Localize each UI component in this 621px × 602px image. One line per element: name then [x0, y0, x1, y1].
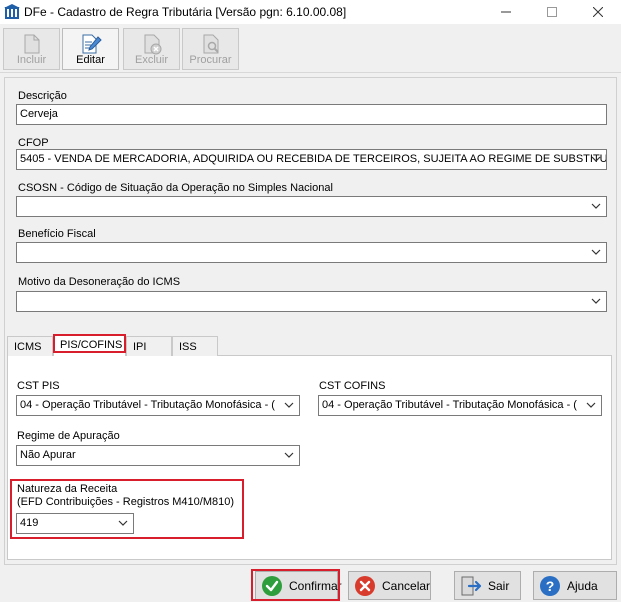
confirmar-button[interactable]: Confirmar [255, 571, 342, 600]
natureza-value: 419 [20, 517, 39, 529]
sair-button[interactable]: Sair [454, 571, 521, 600]
app-logo-icon [4, 4, 20, 19]
cst-pis-select[interactable]: 04 - Operação Tributável - Tributação Mo… [16, 395, 300, 416]
edit-document-icon [82, 34, 102, 54]
excluir-button[interactable]: Excluir [123, 28, 180, 70]
cst-cofins-label: CST COFINS [319, 380, 386, 392]
search-document-icon [203, 34, 219, 54]
confirmar-label: Confirmar [289, 578, 342, 593]
close-button[interactable] [575, 0, 621, 24]
regime-select[interactable]: Não Apurar [16, 445, 300, 466]
cst-cofins-value: 04 - Operação Tributável - Tributação Mo… [322, 399, 577, 411]
close-icon [593, 7, 603, 17]
svg-text:?: ? [546, 578, 555, 594]
chevron-down-icon [591, 298, 601, 304]
toolbar: Incluir Editar Excluir Procurar [0, 25, 621, 73]
tab-iss[interactable]: ISS [172, 336, 218, 356]
incluir-label: Incluir [16, 54, 47, 66]
chevron-down-icon [284, 402, 294, 408]
cst-pis-label: CST PIS [17, 380, 60, 392]
delete-document-icon [144, 34, 161, 55]
chevron-down-icon [118, 520, 128, 526]
check-circle-icon [262, 575, 282, 596]
cfop-select[interactable]: 5405 - VENDA DE MERCADORIA, ADQUIRIDA OU… [16, 149, 607, 170]
title-bar: DFe - Cadastro de Regra Tributária [Vers… [0, 0, 621, 24]
sair-label: Sair [488, 578, 510, 593]
minimize-button[interactable] [483, 0, 529, 24]
chevron-down-icon [591, 156, 601, 162]
tab-pis-cofins[interactable]: PIS/COFINS [53, 334, 126, 356]
editar-button[interactable]: Editar [62, 28, 119, 70]
beneficio-select[interactable] [16, 242, 607, 263]
chevron-down-icon [591, 249, 601, 255]
window-title: DFe - Cadastro de Regra Tributária [Vers… [24, 5, 347, 19]
natureza-sublabel: (EFD Contribuições - Registros M410/M810… [17, 496, 235, 508]
chevron-down-icon [586, 402, 596, 408]
procurar-button[interactable]: Procurar [182, 28, 239, 70]
motivo-label: Motivo da Desoneração do ICMS [18, 276, 181, 288]
regime-value: Não Apurar [20, 449, 76, 461]
minimize-icon [501, 11, 511, 13]
cfop-label: CFOP [18, 137, 49, 149]
new-document-icon [24, 34, 39, 54]
cfop-value: 5405 - VENDA DE MERCADORIA, ADQUIRIDA OU… [20, 153, 607, 165]
csosn-select[interactable] [16, 196, 607, 217]
maximize-icon [547, 7, 557, 17]
cancelar-label: Cancelar [382, 578, 431, 593]
beneficio-label: Benefício Fiscal [18, 228, 96, 240]
regime-label: Regime de Apuração [17, 430, 120, 442]
cancel-circle-icon [355, 575, 375, 596]
descricao-label: Descrição [18, 90, 67, 102]
natureza-select[interactable]: 419 [16, 513, 134, 534]
cancelar-button[interactable]: Cancelar [348, 571, 431, 600]
ajuda-button[interactable]: ? Ajuda [533, 571, 617, 600]
ajuda-label: Ajuda [567, 578, 598, 593]
help-circle-icon: ? [540, 575, 560, 596]
maximize-button[interactable] [529, 0, 575, 24]
exit-door-icon [461, 576, 482, 595]
tab-ipi[interactable]: IPI [126, 336, 172, 356]
incluir-button[interactable]: Incluir [3, 28, 60, 70]
cst-pis-value: 04 - Operação Tributável - Tributação Mo… [20, 399, 275, 411]
chevron-down-icon [591, 203, 601, 209]
cst-cofins-select[interactable]: 04 - Operação Tributável - Tributação Mo… [318, 395, 602, 416]
motivo-select[interactable] [16, 291, 607, 312]
tab-icms[interactable]: ICMS [7, 336, 53, 356]
chevron-down-icon [284, 452, 294, 458]
csosn-label: CSOSN - Código de Situação da Operação n… [18, 182, 333, 194]
editar-label: Editar [76, 54, 105, 66]
descricao-input[interactable]: Cerveja [16, 104, 607, 125]
procurar-label: Procurar [189, 54, 232, 66]
excluir-label: Excluir [134, 54, 168, 66]
natureza-label: Natureza da Receita [17, 483, 118, 495]
